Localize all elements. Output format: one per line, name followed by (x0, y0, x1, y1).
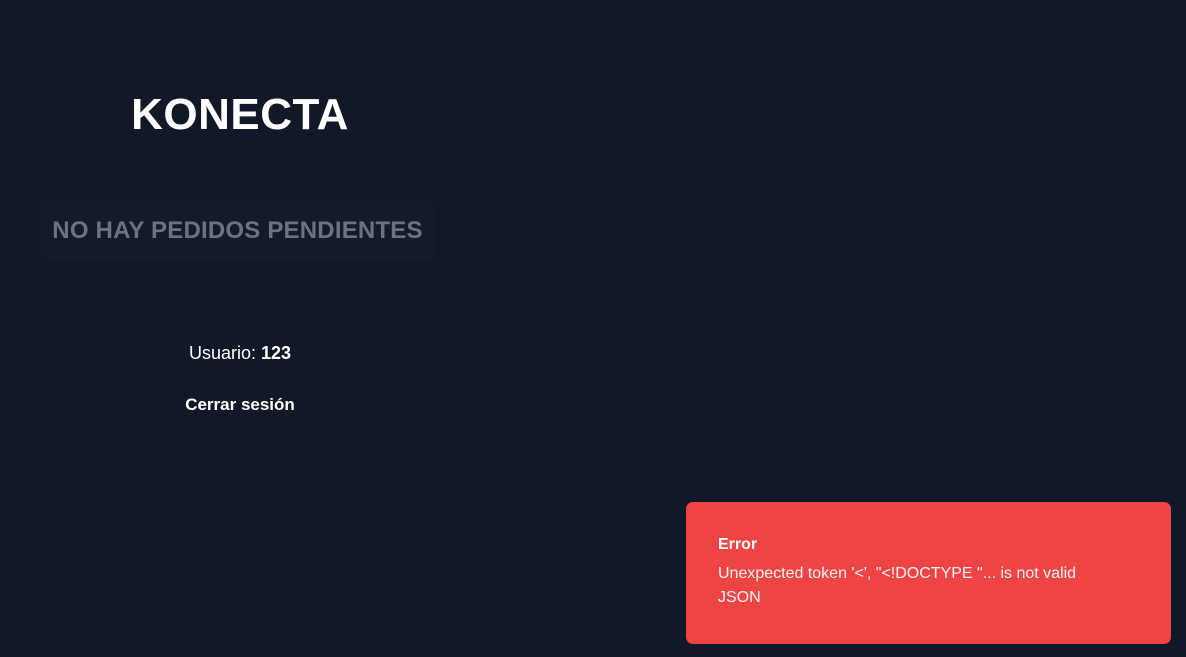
toast-title: Error (718, 536, 758, 553)
user-label: Usuario: (188, 343, 256, 363)
orders-panel: NO HAY PEDIDOS PENDIENTES (40, 202, 435, 260)
logout-button[interactable]: Cerrar sesión (179, 393, 301, 417)
app-root: KONECTA NO HAY PEDIDOS PENDIENTES Usuari… (0, 0, 1186, 657)
user-value: 123 (261, 343, 292, 363)
error-toast[interactable]: Error Unexpected token '<', "<!DOCTYPE "… (686, 502, 1171, 644)
toast-message: Unexpected token '<', "<!DOCTYPE "... is… (718, 565, 1077, 606)
sidebar: KONECTA NO HAY PEDIDOS PENDIENTES Usuari… (40, 0, 440, 657)
user-info: Usuario: 123 (40, 343, 440, 364)
orders-empty-message: NO HAY PEDIDOS PENDIENTES (52, 217, 423, 244)
brand-title: KONECTA (131, 90, 349, 139)
logout-container: Cerrar sesión (40, 393, 440, 417)
